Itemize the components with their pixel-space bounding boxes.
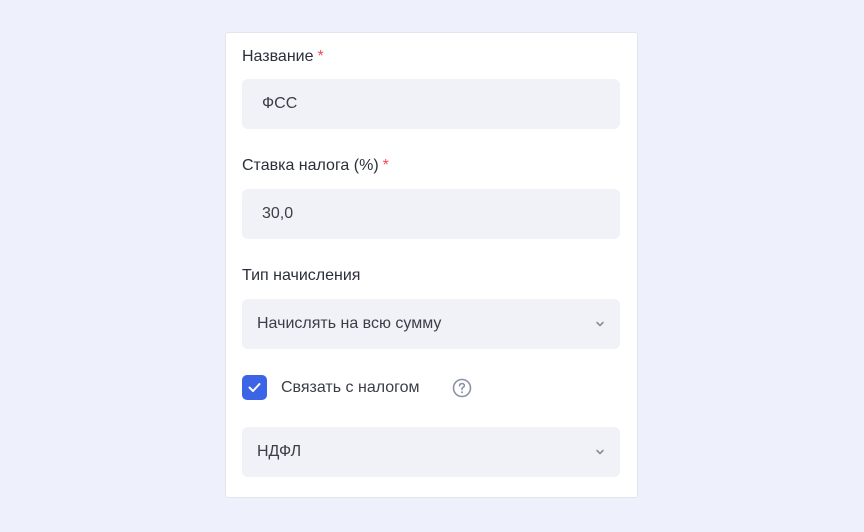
name-label: Название *: [242, 47, 324, 67]
linked-tax-selected-value: НДФЛ: [257, 443, 302, 460]
accrual-type-label-text: Тип начисления: [242, 267, 361, 284]
linked-tax-select[interactable]: НДФЛ: [242, 427, 620, 477]
name-input[interactable]: ФСС: [242, 79, 620, 129]
link-tax-label[interactable]: Связать с налогом: [281, 377, 420, 399]
rate-required-marker: *: [382, 157, 389, 174]
rate-label-text: Ставка налога (%): [242, 157, 379, 174]
check-icon: [248, 383, 261, 392]
link-tax-checkbox[interactable]: [242, 375, 267, 400]
accrual-type-select[interactable]: Начислять на всю сумму: [242, 299, 620, 349]
rate-input-value: 30,0: [262, 205, 294, 222]
chevron-down-icon: [596, 449, 604, 455]
name-label-text: Название: [242, 48, 314, 65]
chevron-down-icon: [596, 321, 604, 327]
rate-input[interactable]: 30,0: [242, 189, 620, 239]
accrual-type-selected-value: Начислять на всю сумму: [257, 315, 442, 332]
name-required-marker: *: [317, 48, 324, 65]
rate-label: Ставка налога (%) *: [242, 156, 389, 176]
question-circle-icon[interactable]: [452, 378, 472, 398]
tax-form-card: Название * ФСС Ставка налога (%) * 30,0 Ти…: [225, 32, 638, 498]
accrual-type-label: Тип начисления: [242, 266, 360, 286]
name-input-value: ФСС: [262, 95, 298, 112]
